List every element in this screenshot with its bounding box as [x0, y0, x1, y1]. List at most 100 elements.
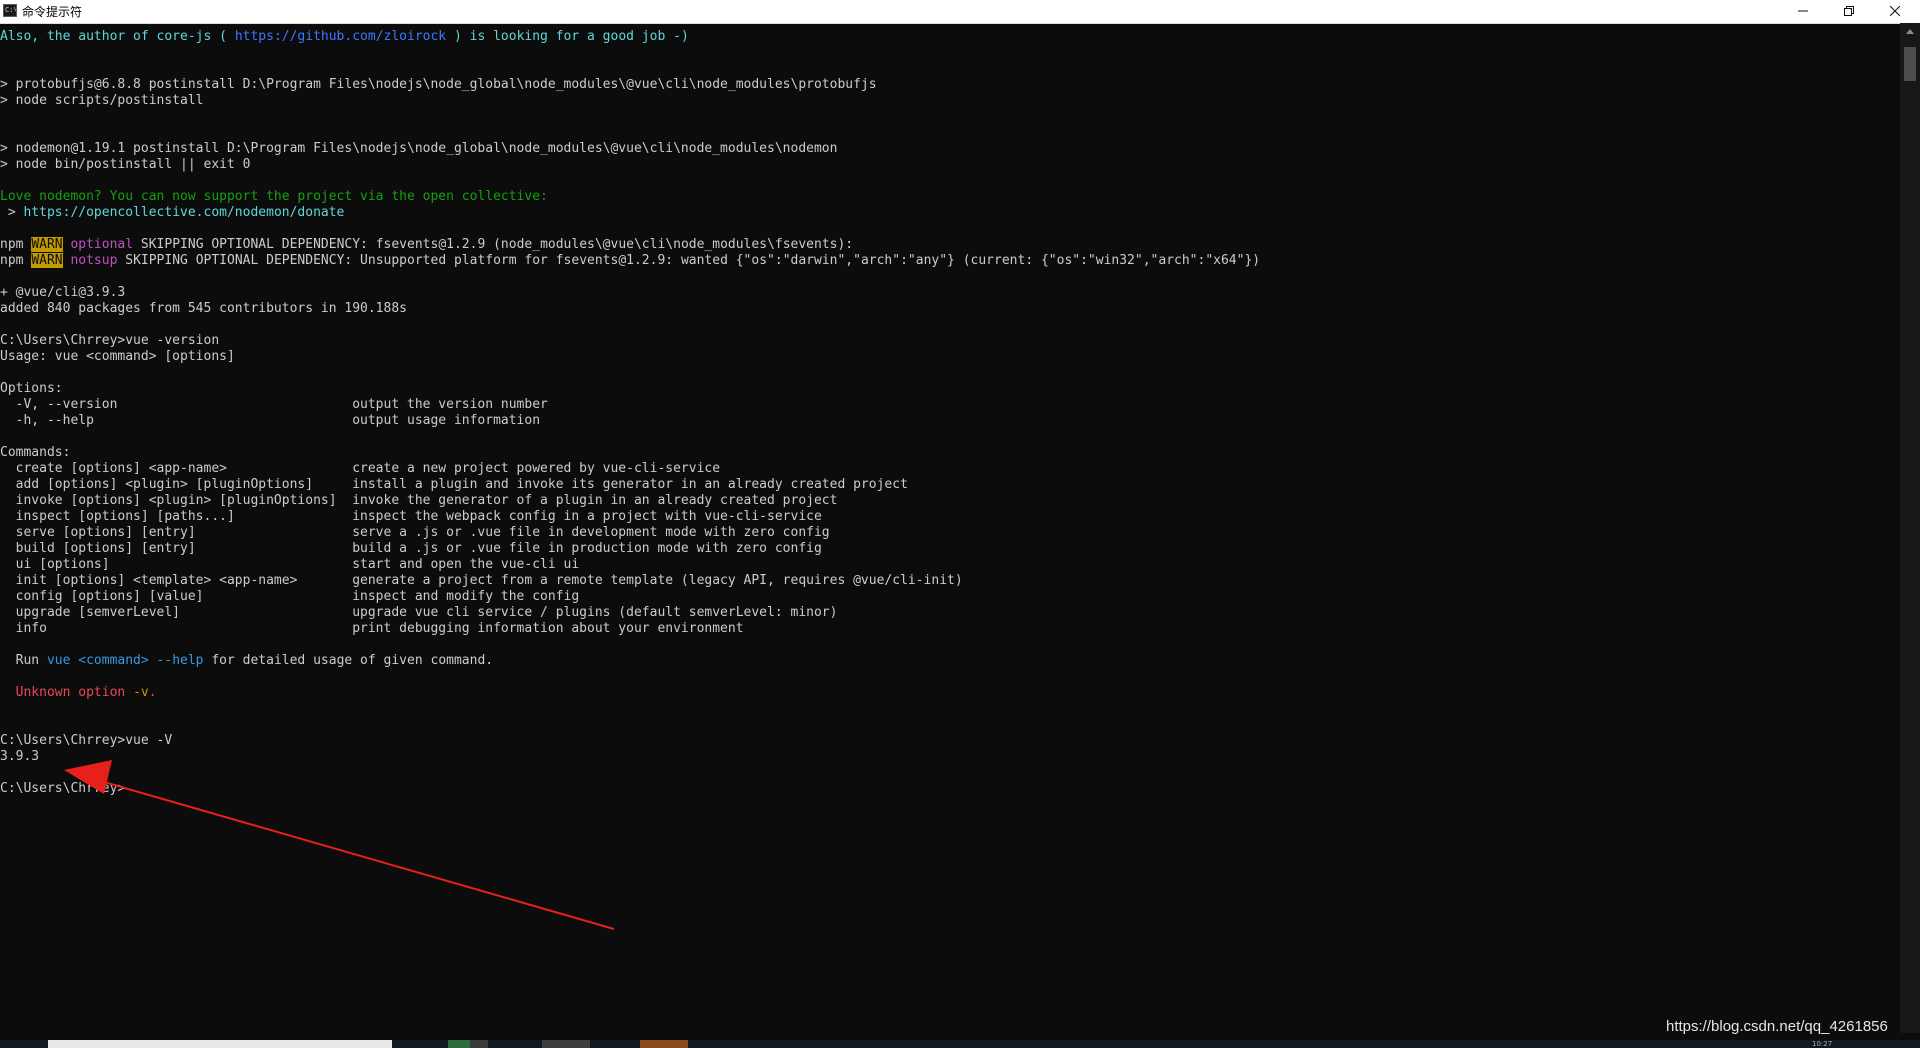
taskbar-search-box[interactable] — [48, 1040, 392, 1048]
console-text: add [options] <plugin> [pluginOptions] i… — [0, 477, 908, 492]
console-line: > node bin/postinstall || exit 0 — [0, 157, 250, 173]
console-text: + @vue/cli@3.9.3 — [0, 285, 126, 300]
console-text: Run — [0, 653, 47, 668]
chevron-up-icon — [1906, 29, 1914, 34]
taskbar-app-dark[interactable] — [470, 1040, 488, 1048]
console-line: serve [options] [entry] serve a .js or .… — [0, 525, 830, 541]
console-text: Love nodemon? You can now support the pr… — [0, 189, 548, 204]
console-line: > node scripts/postinstall — [0, 93, 204, 109]
close-button[interactable] — [1872, 0, 1918, 22]
console-line: > https://opencollective.com/nodemon/don… — [0, 205, 345, 221]
console-line: config [options] [value] inspect and mod… — [0, 589, 580, 605]
console-text: 3.9.3 — [0, 749, 40, 764]
taskbar: 10:27 — [0, 1040, 1920, 1048]
console-line: invoke [options] <plugin> [pluginOptions… — [0, 493, 838, 509]
console-line: + @vue/cli@3.9.3 — [0, 285, 125, 301]
console-text: Usage: vue <command> [options] — [0, 349, 235, 364]
console-text: ) is looking for a good job -) — [446, 29, 689, 44]
console-line: npm WARN notsup SKIPPING OPTIONAL DEPEND… — [0, 253, 1260, 269]
console-line: C:\Users\Chrrey>vue -V — [0, 733, 172, 749]
console-line: Options: — [0, 381, 63, 397]
console-text: Also, the author of core-js ( — [0, 29, 235, 44]
console-line: added 840 packages from 545 contributors… — [0, 301, 407, 317]
console-text: > protobufjs@6.8.8 postinstall D:\Progra… — [0, 77, 877, 92]
console-text: invoke [options] <plugin> [pluginOptions… — [0, 493, 838, 508]
console-text: serve [options] [entry] serve a .js or .… — [0, 525, 830, 540]
console-line: inspect [options] [paths...] inspect the… — [0, 509, 822, 525]
console-line: Love nodemon? You can now support the pr… — [0, 189, 548, 205]
console-text: init [options] <template> <app-name> gen… — [0, 573, 963, 588]
console-line: info print debugging information about y… — [0, 621, 744, 637]
console-text: config [options] [value] inspect and mod… — [0, 589, 580, 604]
console-text: C:\Users\Chrrey>vue -V — [0, 733, 173, 748]
console-text: https://opencollective.com/nodemon/donat… — [23, 205, 345, 220]
console-line: build [options] [entry] build a .js or .… — [0, 541, 822, 557]
console-text: ui [options] start and open the vue-cli … — [0, 557, 580, 572]
console-line: add [options] <plugin> [pluginOptions] i… — [0, 477, 908, 493]
console-line: -h, --help output usage information — [0, 413, 540, 429]
console-text: upgrade [semverLevel] upgrade vue cli se… — [0, 605, 838, 620]
console-text: vue <command> --help — [46, 653, 204, 668]
restore-icon — [1844, 6, 1854, 16]
console-text: > node bin/postinstall || exit 0 — [0, 157, 251, 172]
scroll-up-button[interactable] — [1900, 23, 1920, 40]
console-line: upgrade [semverLevel] upgrade vue cli se… — [0, 605, 838, 621]
taskbar-app-orange[interactable] — [640, 1040, 688, 1048]
console-text: build [options] [entry] build a .js or .… — [0, 541, 822, 556]
close-icon — [1890, 6, 1900, 16]
warn-badge: WARN — [31, 237, 63, 252]
title-bar[interactable]: C:\ 命令提示符 — [0, 0, 1920, 24]
console-text: info print debugging information about y… — [0, 621, 744, 636]
console-line: create [options] <app-name> create a new… — [0, 461, 720, 477]
cmd-app-icon: C:\ — [3, 4, 17, 17]
console-text: -h, --help output usage information — [0, 413, 541, 428]
console-line: -V, --version output the version number — [0, 397, 548, 413]
console-text: for detailed usage of given command. — [203, 653, 494, 668]
console-text: npm — [0, 237, 32, 252]
console-text: Commands: — [0, 445, 71, 460]
console-line: C:\Users\Chrrey>vue -version — [0, 333, 219, 349]
console-text: -V, --version output the version number — [0, 397, 548, 412]
console-text: Options: — [0, 381, 63, 396]
restore-button[interactable] — [1826, 0, 1872, 22]
console-text: > nodemon@1.19.1 postinstall D:\Program … — [0, 141, 838, 156]
console-text: > node scripts/postinstall — [0, 93, 204, 108]
console-text: . — [148, 685, 157, 700]
console-line: Usage: vue <command> [options] — [0, 349, 235, 365]
console-line: Commands: — [0, 445, 70, 461]
console-line: Run vue <command> --help for detailed us… — [0, 653, 493, 669]
console-line: npm WARN optional SKIPPING OPTIONAL DEPE… — [0, 237, 853, 253]
console-text: Unknown option — [0, 685, 134, 700]
console-text: SKIPPING OPTIONAL DEPENDENCY: Unsupporte… — [117, 253, 1261, 268]
vertical-scrollbar[interactable] — [1900, 23, 1920, 1033]
console-text: SKIPPING OPTIONAL DEPENDENCY: fsevents@1… — [133, 237, 854, 252]
console-text: added 840 packages from 545 contributors… — [0, 301, 407, 316]
scroll-thumb[interactable] — [1904, 47, 1916, 81]
console-text: C:\Users\Chrrey> — [0, 781, 126, 796]
console-output[interactable]: Also, the author of core-js ( https://gi… — [0, 23, 1900, 1033]
console-line: init [options] <template> <app-name> gen… — [0, 573, 963, 589]
console-text: optional — [70, 237, 134, 252]
console-line: Also, the author of core-js ( https://gi… — [0, 29, 689, 45]
console-text: npm — [0, 253, 32, 268]
taskbar-app-gray[interactable] — [542, 1040, 590, 1048]
console-text: -v — [133, 685, 149, 700]
warn-badge: WARN — [31, 253, 63, 268]
console-line: > nodemon@1.19.1 postinstall D:\Program … — [0, 141, 837, 157]
console-line: C:\Users\Chrrey> — [0, 781, 125, 797]
console-text: https://github.com/zloirock — [234, 29, 447, 44]
minimize-button[interactable] — [1780, 0, 1826, 22]
console-line: ui [options] start and open the vue-cli … — [0, 557, 580, 573]
console-text: inspect [options] [paths...] inspect the… — [0, 509, 822, 524]
taskbar-clock: 10:27 — [1812, 1040, 1833, 1048]
command-prompt-window: C:\ 命令提示符 Also, the author of core-js ( … — [0, 0, 1920, 1048]
console-text: C:\Users\Chrrey>vue -version — [0, 333, 220, 348]
console-text: > — [0, 205, 24, 220]
taskbar-app-green[interactable] — [448, 1040, 470, 1048]
console-line: Unknown option -v. — [0, 685, 157, 701]
window-title: 命令提示符 — [22, 5, 83, 19]
console-line: 3.9.3 — [0, 749, 39, 765]
minimize-icon — [1798, 10, 1808, 12]
console-line: > protobufjs@6.8.8 postinstall D:\Progra… — [0, 77, 877, 93]
csdn-watermark: https://blog.csdn.net/qq_4261856 — [1666, 1018, 1888, 1035]
